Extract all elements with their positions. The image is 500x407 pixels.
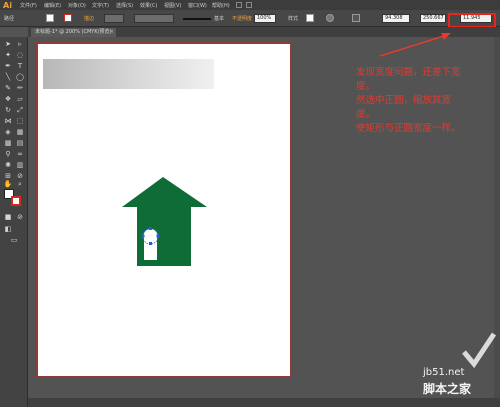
annotation-line: 然选中正圆，缩放其宽 (356, 95, 452, 106)
anchor-point[interactable] (141, 234, 145, 238)
annotation-text: 发现宽度问题，还差下宽 度。 然选中正圆，缩放其宽 度。 使矩形与正圆宽度一样。 (356, 66, 496, 136)
anchor-point[interactable] (156, 234, 160, 238)
annotation-line: 度。 (356, 109, 376, 120)
horizontal-scrollbar[interactable] (28, 398, 500, 407)
anchor-point[interactable] (149, 227, 152, 230)
house-artwork[interactable] (0, 0, 500, 407)
watermark-check-icon (462, 332, 497, 369)
watermark-logo: 脚本之家 (423, 382, 472, 396)
door-circle[interactable] (143, 229, 158, 243)
house-shape[interactable] (122, 177, 207, 266)
annotation-arrow (379, 35, 445, 57)
annotation-line: 发现宽度问题，还差下宽 (356, 67, 461, 78)
anchor-point[interactable] (149, 242, 152, 245)
watermark-url: jb51.net (423, 367, 465, 378)
annotation-line: 度。 (356, 81, 376, 92)
annotation-arrowhead (441, 33, 451, 40)
annotation-line: 使矩形与正圆宽度一样。 (356, 123, 461, 134)
